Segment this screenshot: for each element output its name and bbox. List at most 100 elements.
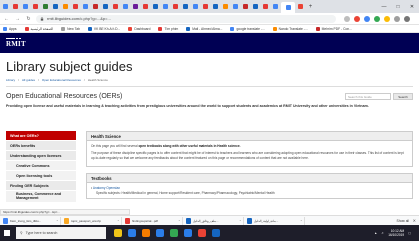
download-item[interactable]: مادة_اولية_الدليل... ^ (247, 216, 305, 225)
taskbar-app-icon[interactable] (114, 229, 122, 237)
bookmark-favicon-icon (24, 26, 29, 31)
taskbar-app-icon[interactable] (170, 229, 178, 237)
taskbar-app-icon[interactable] (184, 229, 192, 237)
bookmark-item[interactable]: google translate -... (230, 26, 265, 31)
browser-tab[interactable] (31, 2, 40, 11)
tab-favicon-icon (153, 4, 158, 9)
taskbar-app-icon[interactable] (198, 229, 206, 237)
browser-tab[interactable] (41, 2, 50, 11)
extension-icon[interactable] (364, 15, 370, 22)
taskbar-app-icon[interactable] (156, 229, 164, 237)
browser-tab[interactable] (231, 2, 240, 11)
close-downloads-icon[interactable]: ✕ (413, 218, 416, 223)
browser-tab[interactable] (81, 2, 90, 11)
volume-icon[interactable]: ♬ (381, 231, 384, 235)
bookmarks-bar: Apps الصفحة الرئيسية New Tab VK BE Kh.Ai t.… (0, 25, 419, 33)
browser-tab[interactable] (1, 2, 10, 11)
download-item[interactable]: Kém_trung_tâm_điều... ^ (3, 216, 61, 225)
windows-start-button[interactable] (0, 225, 14, 241)
browser-tab[interactable] (61, 2, 70, 11)
extension-icon[interactable] (374, 15, 380, 22)
browser-tab[interactable] (151, 2, 160, 11)
browser-tab[interactable] (111, 2, 120, 11)
tab-favicon-icon (193, 4, 198, 9)
bookmark-item[interactable]: Tìm phim (158, 26, 178, 31)
taskbar-search-input[interactable]: ⚲ Type here to search (16, 227, 106, 239)
bookmark-item[interactable]: الصفحة الرئيسية (24, 26, 53, 31)
bookmark-item[interactable]: Apps (3, 26, 17, 31)
breadcrumb-item[interactable]: Open Educational Resources (42, 78, 81, 82)
sidebar-item[interactable]: Understanding open licenses (6, 151, 76, 161)
bookmark-star-icon[interactable] (344, 15, 350, 22)
taskbar-app-icon[interactable] (128, 229, 136, 237)
chevron-up-icon[interactable]: ^ (240, 219, 241, 223)
chevron-up-icon[interactable]: ^ (301, 219, 302, 223)
chevron-up-icon[interactable]: ^ (179, 219, 180, 223)
reload-icon[interactable]: ↻ (24, 14, 33, 23)
browser-tab[interactable] (261, 2, 270, 11)
browser-tab[interactable] (191, 2, 200, 11)
browser-tab[interactable] (21, 2, 30, 11)
address-input[interactable]: rmit.libguides.com/c.php?g=...&p=... (36, 14, 336, 23)
browser-tab[interactable] (141, 2, 150, 11)
show-all-button[interactable]: Show all (397, 219, 409, 223)
bookmark-item[interactable]: Mehrim PDF - Con... (315, 26, 352, 31)
sidebar-item[interactable]: Creative Commons (6, 161, 76, 171)
browser-tab[interactable] (71, 2, 80, 11)
browser-tab[interactable] (181, 2, 190, 11)
download-item[interactable]: findingcepstral...pdf ^ (125, 216, 183, 225)
browser-tab[interactable] (171, 2, 180, 11)
textbook-link[interactable]: Anatomy Openstax (93, 186, 120, 190)
extension-icon[interactable] (384, 15, 390, 22)
close-icon[interactable]: ✕ (405, 0, 419, 13)
bookmark-item[interactable]: New Tab (61, 26, 80, 31)
extension-icon[interactable] (354, 15, 360, 22)
browser-tab[interactable] (11, 2, 20, 11)
network-icon[interactable]: ▲ (374, 231, 377, 235)
browser-tab[interactable] (131, 2, 140, 11)
breadcrumb-item[interactable]: Library (6, 78, 15, 82)
new-tab-button[interactable]: + (306, 2, 315, 11)
browser-tab[interactable] (121, 2, 130, 11)
bookmark-item[interactable]: Nando Translate -... (272, 26, 308, 31)
breadcrumb-separator: / (18, 78, 20, 82)
minimize-icon[interactable]: — (377, 0, 391, 13)
browser-tab[interactable] (101, 2, 110, 11)
bookmark-item[interactable]: VK BE Kh.Ai t.D... (87, 26, 120, 31)
search-button[interactable]: Search (393, 93, 413, 100)
maximize-icon[interactable]: □ (391, 0, 405, 13)
back-icon[interactable]: ← (2, 14, 11, 23)
browser-tab[interactable] (251, 2, 260, 11)
notification-icon[interactable]: ▢ (408, 231, 411, 235)
browser-tab[interactable] (161, 2, 170, 11)
chevron-up-icon[interactable]: ^ (118, 219, 119, 223)
download-item[interactable]: ملف_وثائق_الدليل... ^ (186, 216, 244, 225)
browser-tab[interactable] (241, 2, 250, 11)
taskbar-app-icon[interactable] (212, 229, 220, 237)
browser-tab[interactable] (201, 2, 210, 11)
menu-icon[interactable] (404, 15, 410, 22)
download-item[interactable]: topic_passport_ww.zip ^ (64, 216, 122, 225)
browser-tab[interactable] (211, 2, 220, 11)
sidebar-item[interactable]: Open licensing tools (6, 171, 76, 181)
sidebar-item[interactable]: Business, Commerce and Management (6, 191, 76, 203)
rmit-logo[interactable]: RMIT (6, 37, 26, 48)
sidebar-item[interactable]: Finding OER Subjects (6, 181, 76, 191)
profile-avatar[interactable] (394, 15, 400, 22)
breadcrumb-item[interactable]: All guides (22, 78, 35, 82)
clock[interactable]: 10:12 AM 16/10/2019 (388, 229, 404, 237)
sidebar-item[interactable]: OERs benefits (6, 141, 76, 151)
guide-search-input[interactable]: Search this Guide (345, 93, 391, 100)
browser-tab[interactable] (296, 2, 305, 11)
bookmark-item[interactable]: Dashboard (128, 26, 150, 31)
browser-tab[interactable] (91, 2, 100, 11)
forward-icon[interactable]: → (13, 14, 22, 23)
browser-tab[interactable] (221, 2, 230, 11)
browser-tab[interactable] (271, 2, 280, 11)
bookmark-item[interactable]: Mail - Ahmed Alma... (186, 26, 222, 31)
chevron-up-icon[interactable]: ^ (57, 219, 58, 223)
taskbar-app-icon[interactable] (142, 229, 150, 237)
sidebar-item[interactable]: What are OERs? (6, 131, 76, 141)
browser-tab[interactable] (281, 2, 295, 13)
browser-tab[interactable] (51, 2, 60, 11)
